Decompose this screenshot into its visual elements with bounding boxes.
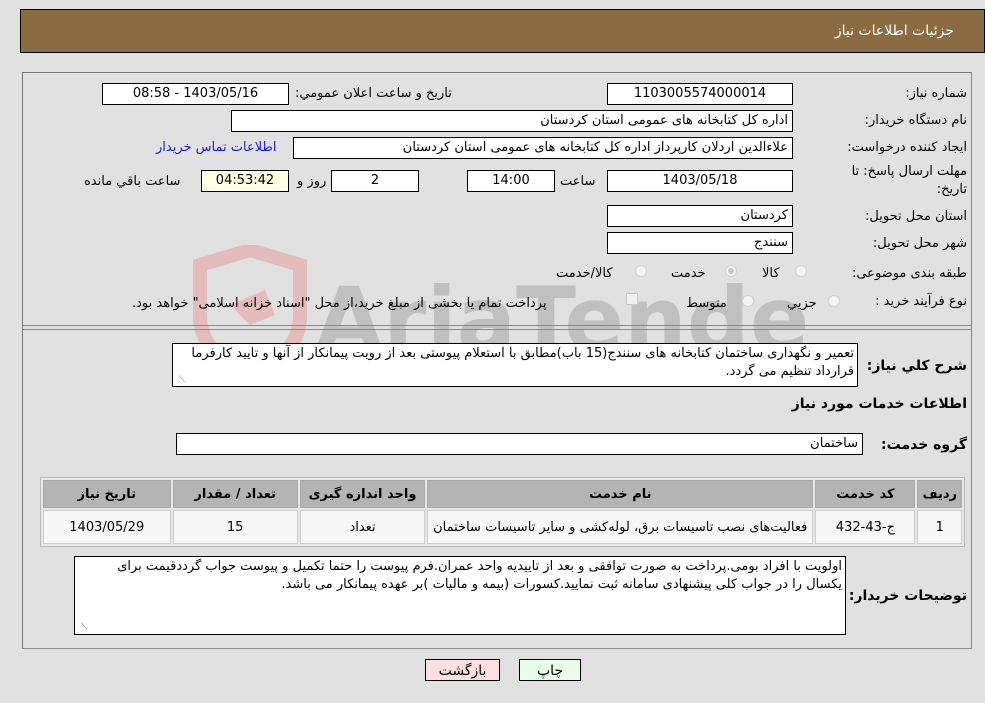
col-header-service-code: کد خدمت	[815, 480, 916, 508]
need-number-field: 1103005574000014	[607, 83, 793, 105]
table-header-row: رديف کد خدمت نام خدمت واحد اندازه گيری ت…	[43, 480, 962, 508]
cell-unit: تعداد	[299, 510, 426, 544]
delivery-city-label: شهر محل تحویل:	[872, 236, 967, 251]
treasury-checkbox[interactable]	[626, 293, 638, 305]
buyer-notes-textarea[interactable]: اولویت با افراد بومی.پرداخت به صورت تواف…	[74, 556, 846, 635]
cell-service-name: فعالیت‌های نصب تاسیسات برق، لوله‌کشی و س…	[427, 510, 814, 544]
print-button[interactable]: چاپ	[519, 659, 581, 681]
delivery-province-label: استان محل تحویل:	[865, 209, 967, 224]
buyer-notes-label: توضیحات خریدار:	[848, 588, 967, 604]
requester-field: علاءالدین اردلان کارپرداز اداره کل کتابخ…	[293, 137, 793, 159]
need-number-label: شماره نیاز:	[905, 86, 967, 101]
category-option-service: خدمت	[671, 266, 706, 281]
days-remaining-field: 2	[331, 170, 419, 192]
resize-grip-icon[interactable]: ⟋	[175, 375, 185, 385]
deadline-label: مهلت ارسال پاسخ: تا	[851, 164, 967, 179]
divider	[22, 325, 972, 326]
description-label: شرح کلي نياز:	[866, 358, 967, 374]
delivery-city-field: سنندج	[607, 232, 793, 254]
category-label: طبقه بندی موضوعی:	[851, 266, 967, 281]
cell-need-date: 1403/05/29	[43, 510, 171, 544]
services-table: رديف کد خدمت نام خدمت واحد اندازه گيری ت…	[40, 477, 965, 547]
deadline-label-2: تاریخ:	[936, 182, 967, 197]
days-label: روز و	[297, 174, 327, 189]
category-radio-goods-service[interactable]	[635, 265, 647, 277]
col-header-service-name: نام خدمت	[427, 480, 814, 508]
divider	[22, 329, 972, 330]
table-row: 1 ج-43-432 فعالیت‌های نصب تاسیسات برق، ل…	[43, 510, 962, 544]
cell-row-number: 1	[917, 510, 962, 544]
buyer-contact-link[interactable]: اطلاعات تماس خریدار	[156, 140, 276, 155]
page-title: جزئیات اطلاعات نیاز	[834, 23, 954, 39]
page-header: جزئیات اطلاعات نیاز	[20, 9, 985, 53]
category-option-goods: کالا	[762, 266, 780, 281]
purchase-radio-minor[interactable]	[828, 295, 840, 307]
announce-datetime-label: تاریخ و ساعت اعلان عمومي:	[295, 86, 452, 101]
service-group-label: گروه خدمت:	[881, 437, 967, 453]
category-option-goods-service: کالا/خدمت	[556, 266, 613, 281]
service-group-field: ساختمان	[176, 433, 863, 455]
purchase-option-minor: جزيي	[787, 296, 817, 311]
time-remaining-field: 04:53:42	[201, 170, 289, 192]
cell-quantity: 15	[172, 510, 298, 544]
resize-grip-icon[interactable]: ⟋	[77, 622, 87, 632]
cell-service-code: ج-43-432	[815, 510, 916, 544]
time-remaining-label: ساعت باقي مانده	[84, 174, 181, 189]
buyer-org-label: نام دستگاه خريدار:	[864, 113, 967, 128]
col-header-quantity: تعداد / مقدار	[172, 480, 298, 508]
description-textarea[interactable]: تعمیر و نگهداری ساختمان کتابخانه های سنن…	[172, 343, 858, 387]
deadline-time-field: 14:00	[467, 170, 555, 192]
delivery-province-field: کردستان	[607, 205, 793, 227]
back-button[interactable]: بازگشت	[425, 659, 500, 681]
announce-datetime-field: 1403/05/16 - 08:58	[102, 83, 289, 105]
requester-label: ایجاد کننده درخواست:	[847, 140, 967, 155]
purchase-radio-medium[interactable]	[742, 295, 754, 307]
buyer-org-field: اداره کل کتابخانه های عمومی استان کردستا…	[231, 110, 793, 132]
treasury-note: پرداخت تمام یا بخشی از مبلغ خرید،از محل …	[132, 296, 547, 311]
category-radio-service[interactable]	[725, 265, 737, 277]
purchase-type-label: نوع فرآیند خرید :	[875, 294, 967, 309]
deadline-date-field: 1403/05/18	[607, 170, 793, 192]
deadline-time-label: ساعت	[560, 174, 596, 189]
col-header-need-date: تاريخ نياز	[43, 480, 171, 508]
services-section-title: اطلاعات خدمات مورد نياز	[791, 396, 967, 412]
purchase-option-medium: متوسط	[686, 296, 727, 311]
col-header-row-number: رديف	[917, 480, 962, 508]
category-radio-goods[interactable]	[795, 265, 807, 277]
col-header-unit: واحد اندازه گيری	[299, 480, 426, 508]
